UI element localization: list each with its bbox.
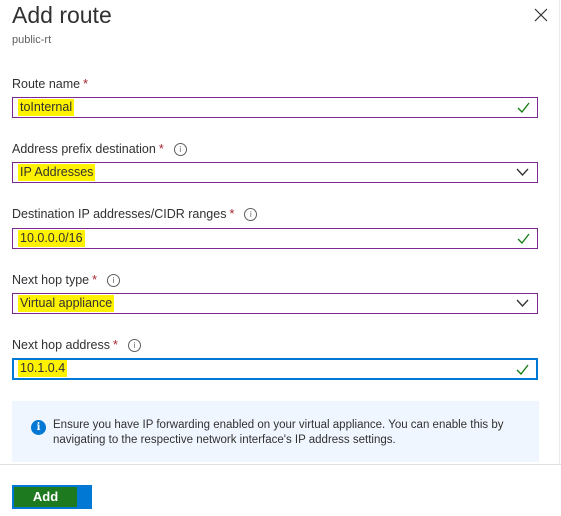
info-icon[interactable]: i (107, 274, 121, 287)
chevron-down-icon (516, 168, 529, 176)
check-icon (517, 233, 530, 244)
info-icon: i (31, 420, 46, 435)
info-icon[interactable]: i (173, 143, 187, 156)
address-prefix-value: IP Addresses (18, 164, 96, 181)
info-icon[interactable]: i (244, 208, 258, 221)
info-icon[interactable]: i (127, 339, 141, 352)
next-hop-address-label: Next hop address * i (12, 338, 141, 352)
next-hop-type-value: Virtual appliance (18, 295, 115, 312)
next-hop-type-label: Next hop type * i (12, 273, 121, 287)
close-icon[interactable] (534, 8, 548, 22)
footer-divider (0, 464, 561, 465)
info-message-box: i Ensure you have IP forwarding enabled … (12, 401, 539, 462)
check-icon (516, 364, 529, 375)
next-hop-address-value: 10.1.0.4 (18, 360, 68, 377)
destination-input[interactable]: 10.0.0.0/16 (12, 228, 538, 249)
panel-edge (559, 0, 560, 464)
next-hop-type-select[interactable]: Virtual appliance (12, 293, 538, 314)
add-button[interactable]: Add (12, 485, 92, 509)
panel-title: Add route (12, 2, 112, 28)
route-name-input[interactable]: toInternal (12, 97, 538, 118)
next-hop-address-input[interactable]: 10.1.0.4 (12, 358, 538, 380)
info-message-text: Ensure you have IP forwarding enabled on… (53, 419, 504, 446)
address-prefix-label: Address prefix destination * i (12, 142, 187, 156)
check-icon (517, 102, 530, 113)
route-name-label: Route name * (12, 77, 88, 91)
add-button-label: Add (14, 487, 77, 507)
chevron-down-icon (516, 299, 529, 307)
address-prefix-select[interactable]: IP Addresses (12, 162, 538, 183)
destination-label: Destination IP addresses/CIDR ranges * i (12, 207, 258, 221)
route-name-value: toInternal (18, 99, 75, 116)
panel-subtitle: public-rt (12, 34, 52, 46)
destination-value: 10.0.0.0/16 (18, 230, 85, 247)
